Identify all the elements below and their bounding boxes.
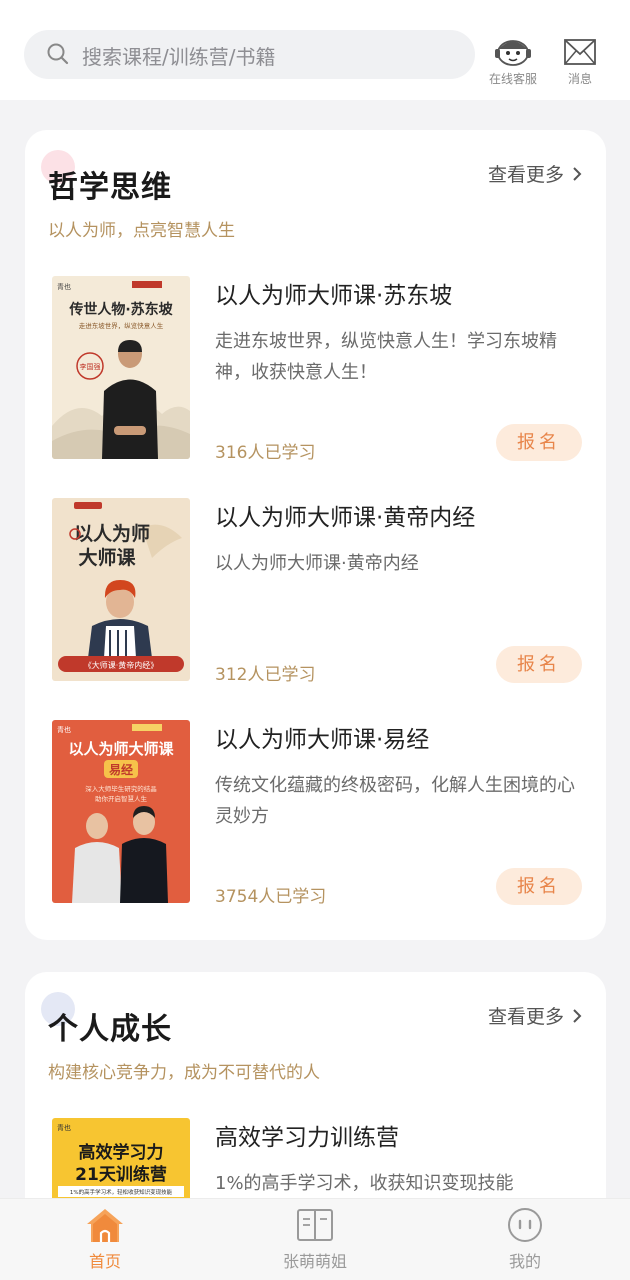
svg-text:走进东坡世界，纵览快意人生: 走进东坡世界，纵览快意人生 (79, 321, 164, 330)
svg-text:深入大师毕生研究的结晶: 深入大师毕生研究的结晶 (85, 784, 157, 793)
svg-text:21天训练营: 21天训练营 (75, 1164, 167, 1185)
tab-label: 我的 (508, 1252, 541, 1271)
course-title: 以人为师大师课·苏东坡 (215, 283, 453, 309)
section-subtitle: 以人为师，点亮智慧人生 (48, 221, 235, 241)
course-title: 以人为师大师课·易经 (215, 727, 430, 753)
tab-label: 张萌萌姐 (282, 1252, 347, 1271)
view-more-label: 查看更多 (487, 1006, 564, 1028)
learner-count: 312人已学习 (215, 665, 316, 685)
tab-home[interactable]: 首页 (45, 1207, 165, 1272)
svg-text:以人为师大师课: 以人为师大师课 (68, 740, 174, 758)
online-service-label: 在线客服 (488, 72, 537, 86)
learner-count: 3754人已学习 (215, 887, 327, 907)
tab-me[interactable]: 我的 (465, 1207, 585, 1272)
course-item[interactable]: 青也 以人为师大师课 易经 深入大师毕生研究的结晶 助你开启智慧人生 以人为师大… (52, 720, 582, 907)
svg-text:以人为师: 以人为师 (74, 522, 150, 545)
svg-text:助你开启智慧人生: 助你开启智慧人生 (95, 794, 148, 803)
enroll-button[interactable]: 报名 (496, 868, 582, 905)
view-more-link[interactable]: 查看更多 (488, 1002, 582, 1029)
view-more-label: 查看更多 (487, 164, 564, 186)
search-input[interactable]: 搜索课程/训练营/书籍 (24, 30, 475, 79)
svg-text:青也: 青也 (57, 1123, 71, 1132)
course-description: 走进东坡世界，纵览快意人生！学习东坡精神，收获快意人生！ (215, 331, 557, 383)
message-label: 消息 (567, 72, 592, 86)
svg-text:李国强: 李国强 (80, 362, 101, 371)
svg-text:易经: 易经 (109, 762, 133, 777)
svg-text:高效学习力: 高效学习力 (79, 1142, 164, 1163)
svg-text:青也: 青也 (57, 282, 71, 291)
svg-text:传世人物·苏东坡: 传世人物·苏东坡 (68, 301, 173, 318)
tab-label: 首页 (88, 1252, 121, 1271)
view-more-link[interactable]: 查看更多 (488, 160, 582, 187)
mail-icon (564, 39, 596, 65)
course-description: 1%的高手学习术，收获知识变现技能 (215, 1173, 514, 1194)
online-service-button[interactable]: 在线客服 (485, 36, 541, 90)
course-item[interactable]: 以人为师 大师课 《大师课·黄帝内经》 以人为师大师课·黄帝内经 以人为师大师课… (52, 498, 582, 685)
message-button[interactable]: 消息 (552, 36, 608, 90)
top-bar: 搜索课程/训练营/书籍 在线客服 消息 (0, 0, 630, 100)
section-subtitle: 构建核心竞争力，成为不可替代的人 (48, 1063, 320, 1083)
section-title: 个人成长 (48, 1012, 172, 1047)
course-description: 以人为师大师课·黄帝内经 (215, 553, 419, 574)
section-title: 哲学思维 (48, 170, 172, 205)
course-description: 传统文化蕴藏的终极密码，化解人生困境的心灵妙方 (215, 775, 575, 827)
svg-text:1%的高手学习术，轻松收获知识变现技能: 1%的高手学习术，轻松收获知识变现技能 (70, 1188, 173, 1196)
course-cover[interactable]: 青也 传世人物·苏东坡 走进东坡世界，纵览快意人生 李国强 (52, 276, 190, 459)
customer-service-icon (495, 40, 531, 66)
search-icon (47, 43, 69, 65)
course-cover[interactable]: 青也 以人为师大师课 易经 深入大师毕生研究的结晶 助你开启智慧人生 (52, 720, 190, 903)
section-philosophy: 哲学思维 查看更多 以人为师，点亮智慧人生 青也 传世人物·苏东坡 走进东坡世界… (25, 130, 606, 940)
home-icon (87, 1209, 123, 1242)
book-icon (297, 1209, 333, 1241)
chevron-right-icon (573, 166, 582, 181)
learner-count: 316人已学习 (215, 443, 316, 463)
tab-zhang-mengmeng[interactable]: 张萌萌姐 (255, 1207, 375, 1272)
course-title: 以人为师大师课·黄帝内经 (215, 505, 476, 531)
profile-icon (508, 1208, 542, 1242)
search-placeholder: 搜索课程/训练营/书籍 (82, 45, 276, 69)
enroll-button[interactable]: 报名 (496, 424, 582, 461)
course-cover[interactable]: 以人为师 大师课 《大师课·黄帝内经》 (52, 498, 190, 681)
svg-text:《大师课·黄帝内经》: 《大师课·黄帝内经》 (84, 660, 159, 670)
bottom-tab-bar: 首页 张萌萌姐 我的 (0, 1198, 630, 1280)
enroll-button[interactable]: 报名 (496, 646, 582, 683)
course-item[interactable]: 青也 传世人物·苏东坡 走进东坡世界，纵览快意人生 李国强 以人为师大师课·苏东… (52, 276, 582, 463)
svg-text:大师课: 大师课 (78, 546, 136, 569)
svg-text:青也: 青也 (57, 725, 71, 734)
chevron-right-icon (573, 1008, 582, 1023)
course-title: 高效学习力训练营 (215, 1125, 399, 1151)
